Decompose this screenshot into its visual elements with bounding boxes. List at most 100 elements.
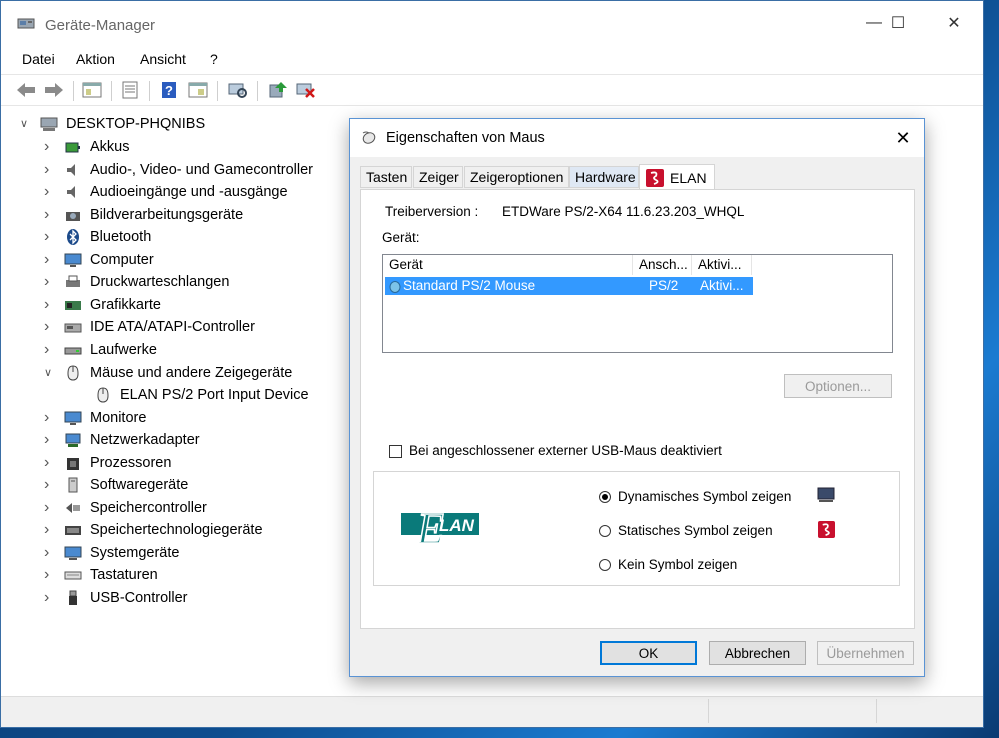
tree-item-label: Audioeingänge und -ausgänge bbox=[90, 184, 288, 201]
storage-controller-icon bbox=[66, 502, 80, 513]
chevron-right-icon[interactable]: › bbox=[44, 296, 54, 312]
tab-elan-label: ELAN bbox=[670, 169, 707, 186]
chevron-right-icon[interactable]: › bbox=[44, 432, 54, 448]
tree-item-speichercontroller[interactable]: › Speichercontroller bbox=[44, 497, 207, 519]
tree-item-prozessoren[interactable]: › Prozessoren bbox=[44, 452, 171, 474]
device-list[interactable]: Gerät Ansch... Aktivi... Standard PS/2 M… bbox=[382, 254, 893, 353]
title-bar: Geräte-Manager — ☐ ✕ bbox=[1, 1, 983, 45]
tree-item-label: Speichercontroller bbox=[90, 499, 207, 516]
monitor-icon bbox=[64, 411, 82, 425]
tree-item-elan-ps-2-port-input-device[interactable]: ELAN PS/2 Port Input Device bbox=[94, 384, 309, 406]
forward-arrow-icon[interactable] bbox=[43, 80, 65, 100]
tree-root[interactable]: ∨ DESKTOP-PHQNIBS bbox=[20, 113, 205, 135]
tree-item-bluetooth[interactable]: › Bluetooth bbox=[44, 226, 151, 248]
column-header-device[interactable]: Gerät bbox=[383, 255, 633, 275]
chevron-right-icon[interactable]: › bbox=[44, 251, 54, 267]
tree-item-m-use-und-andere-zeigeger-te[interactable]: ∨ Mäuse und andere Zeigegeräte bbox=[44, 362, 292, 384]
help-icon[interactable]: ? bbox=[159, 80, 181, 100]
chevron-right-icon[interactable]: › bbox=[44, 229, 54, 245]
chevron-right-icon[interactable]: › bbox=[44, 499, 54, 515]
tree-item-label: Akkus bbox=[90, 139, 130, 155]
radio-no-symbol[interactable] bbox=[599, 559, 611, 571]
tree-item-label: Laufwerke bbox=[90, 341, 157, 358]
driver-version-label: Treiberversion : bbox=[385, 204, 479, 219]
menu-aktion[interactable]: Aktion bbox=[76, 51, 115, 67]
chevron-right-icon[interactable]: › bbox=[44, 184, 54, 200]
menu-datei[interactable]: Datei bbox=[22, 51, 55, 67]
radio-no-symbol-label: Kein Symbol zeigen bbox=[618, 557, 738, 572]
tree-item-usb-controller[interactable]: › USB-Controller bbox=[44, 587, 188, 609]
tree-item-bildverarbeitungsger-te[interactable]: › Bildverarbeitungsgeräte bbox=[44, 204, 243, 226]
chevron-right-icon[interactable]: › bbox=[44, 274, 54, 290]
mouse-icon bbox=[97, 387, 109, 403]
uninstall-device-icon[interactable] bbox=[295, 80, 317, 100]
logo-text: LAN bbox=[439, 516, 475, 535]
dialog-close-button[interactable]: ✕ bbox=[890, 125, 916, 151]
chevron-right-icon[interactable]: › bbox=[44, 567, 54, 583]
chevron-right-icon[interactable]: › bbox=[44, 544, 54, 560]
tree-item-audio-video-und-gamecontroller[interactable]: › Audio-, Video- und Gamecontroller bbox=[44, 159, 313, 181]
chevron-right-icon[interactable]: › bbox=[44, 206, 54, 222]
chevron-right-icon[interactable]: › bbox=[44, 319, 54, 335]
chevron-down-icon[interactable]: ∨ bbox=[20, 119, 30, 130]
view-window-icon[interactable] bbox=[81, 80, 103, 100]
scan-hardware-icon[interactable] bbox=[227, 80, 249, 100]
cancel-button[interactable]: Abbrechen bbox=[709, 641, 806, 665]
tree-item-ide-ata-atapi-controller[interactable]: › IDE ATA/ATAPI-Controller bbox=[44, 316, 255, 338]
tree-item-computer[interactable]: › Computer bbox=[44, 249, 154, 271]
radio-dynamic-symbol[interactable] bbox=[599, 491, 611, 503]
menu-help[interactable]: ? bbox=[210, 51, 218, 67]
tree-item-systemger-te[interactable]: › Systemgeräte bbox=[44, 542, 179, 564]
chevron-right-icon[interactable]: › bbox=[44, 139, 54, 155]
tab-zeigeroptionen[interactable]: Zeigeroptionen bbox=[464, 166, 569, 188]
ok-button[interactable]: OK bbox=[600, 641, 697, 665]
radio-dynamic-label: Dynamisches Symbol zeigen bbox=[618, 489, 792, 504]
usb-mouse-disable-checkbox[interactable] bbox=[389, 445, 402, 458]
tree-item-audioeing-nge-und-ausg-nge[interactable]: › Audioeingänge und -ausgänge bbox=[44, 181, 288, 203]
dynamic-symbol-icon bbox=[817, 487, 835, 502]
row-device-name: Standard PS/2 Mouse bbox=[403, 278, 536, 293]
tree-item-grafikkarte[interactable]: › Grafikkarte bbox=[44, 294, 161, 316]
tree-item-akkus[interactable]: › Akkus bbox=[44, 136, 130, 158]
monitor-icon bbox=[64, 253, 82, 267]
tree-item-netzwerkadapter[interactable]: › Netzwerkadapter bbox=[44, 429, 200, 451]
svg-text:?: ? bbox=[165, 83, 173, 98]
tree-item-tastaturen[interactable]: › Tastaturen bbox=[44, 564, 158, 586]
update-driver-icon[interactable] bbox=[267, 80, 289, 100]
tab-hardware[interactable]: Hardware bbox=[569, 166, 639, 188]
tree-item-laufwerke[interactable]: › Laufwerke bbox=[44, 339, 157, 361]
usb-mouse-disable-label: Bei angeschlossener externer USB-Maus de… bbox=[409, 443, 722, 458]
apply-button[interactable]: Übernehmen bbox=[817, 641, 914, 665]
tree-item-druckwarteschlangen[interactable]: › Druckwarteschlangen bbox=[44, 271, 229, 293]
menu-ansicht[interactable]: Ansicht bbox=[140, 51, 186, 67]
speaker-icon bbox=[67, 163, 75, 176]
chevron-down-icon[interactable]: ∨ bbox=[44, 367, 54, 378]
elan-logo: E LAN bbox=[401, 499, 479, 551]
chevron-right-icon[interactable]: › bbox=[44, 161, 54, 177]
maximize-button[interactable]: ☐ bbox=[875, 1, 921, 45]
tree-item-speichertechnologieger-te[interactable]: › Speichertechnologiegeräte bbox=[44, 519, 263, 541]
back-arrow-icon[interactable] bbox=[15, 80, 37, 100]
column-header-port[interactable]: Ansch... bbox=[633, 255, 692, 275]
tab-zeiger[interactable]: Zeiger bbox=[413, 166, 463, 188]
options-button[interactable]: Optionen... bbox=[784, 374, 892, 398]
tab-tasten[interactable]: Tasten bbox=[360, 166, 412, 188]
chevron-right-icon[interactable]: › bbox=[44, 454, 54, 470]
tree-item-label: Speichertechnologiegeräte bbox=[90, 522, 263, 539]
tab-elan[interactable]: ELAN bbox=[639, 164, 715, 190]
chevron-right-icon[interactable]: › bbox=[44, 477, 54, 493]
tree-item-softwareger-te[interactable]: › Softwaregeräte bbox=[44, 474, 188, 496]
properties-icon[interactable] bbox=[119, 80, 141, 100]
column-header-active[interactable]: Aktivi... bbox=[692, 255, 752, 275]
chevron-right-icon[interactable]: › bbox=[44, 590, 54, 606]
list-row-standard-mouse[interactable]: Standard PS/2 Mouse PS/2 Aktivi... bbox=[385, 277, 753, 295]
chevron-right-icon[interactable]: › bbox=[44, 341, 54, 357]
printer-icon bbox=[66, 275, 80, 288]
close-button[interactable]: ✕ bbox=[931, 1, 977, 45]
window-view-icon[interactable] bbox=[187, 80, 209, 100]
chevron-right-icon[interactable]: › bbox=[44, 522, 54, 538]
tree-item-label: Netzwerkadapter bbox=[90, 432, 200, 449]
tree-item-monitore[interactable]: › Monitore bbox=[44, 407, 146, 429]
chevron-right-icon[interactable]: › bbox=[44, 409, 54, 425]
radio-static-symbol[interactable] bbox=[599, 525, 611, 537]
